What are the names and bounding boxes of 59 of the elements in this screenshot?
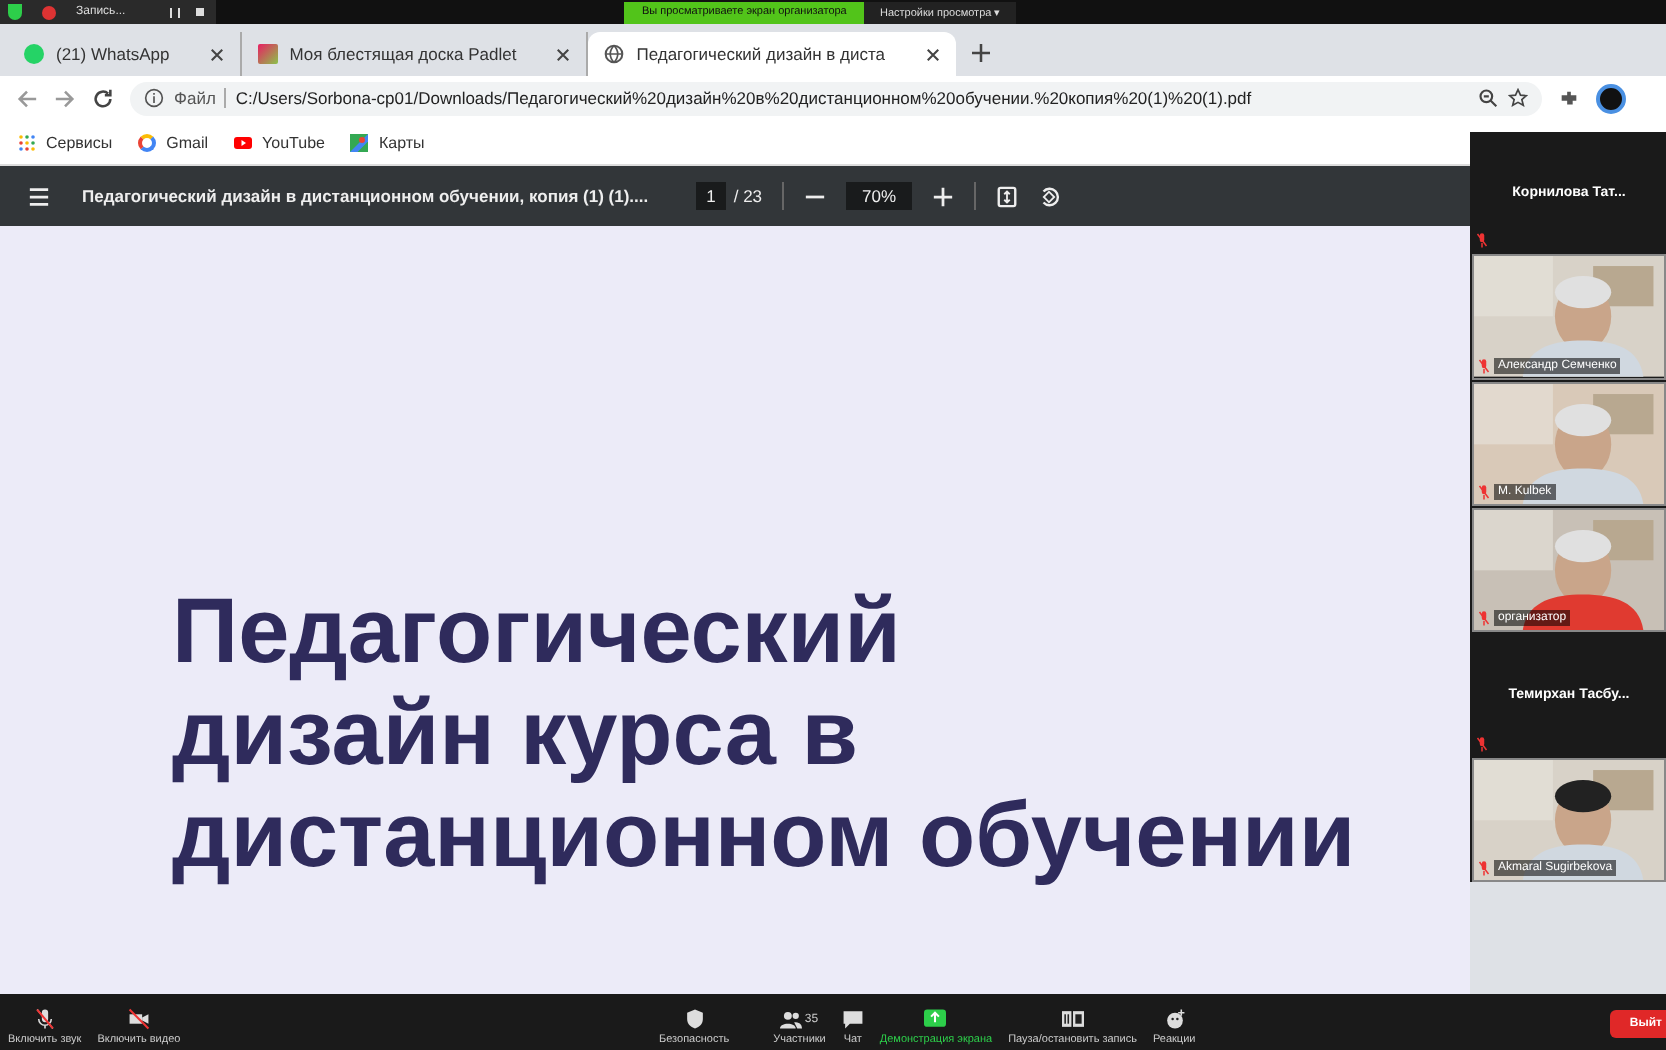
zoom-in-icon[interactable] xyxy=(932,185,955,207)
new-tab-icon[interactable] xyxy=(971,44,990,62)
bookmark-label: Карты xyxy=(378,133,425,151)
rotate-icon[interactable] xyxy=(1038,185,1061,207)
url-text: C:/Users/Sorbona-cp01/Downloads/Педагогический%20дизайн%20в%20дистанционном%20обучении.%20копия%20(1)%20(1).pdf xyxy=(235,88,1254,108)
stop-icon[interactable] xyxy=(195,8,204,16)
muted-mic-icon xyxy=(33,1008,56,1030)
muted-mic-icon xyxy=(1478,483,1490,500)
google-icon xyxy=(138,133,157,151)
info-icon[interactable] xyxy=(144,88,164,108)
shield-icon xyxy=(8,4,22,20)
muted-mic-icon xyxy=(1478,859,1490,876)
muted-mic-icon xyxy=(1476,735,1488,752)
apps-icon xyxy=(18,133,36,151)
page-count: / 23 xyxy=(733,186,763,206)
pause-stop-icon xyxy=(1061,1008,1084,1030)
tab-title: Педагогический дизайн в диста xyxy=(636,44,886,64)
address-field[interactable]: Файл C:/Users/Sorbona-cp01/Downloads/Педагогический%20дизайн%20в%20дистанционном%20обучении.%20копия%20(1)%20(1).pdf xyxy=(130,81,1542,115)
youtube-icon xyxy=(234,133,253,151)
muted-mic-icon xyxy=(1476,232,1488,249)
muted-mic-icon xyxy=(1478,610,1490,627)
chat-icon xyxy=(841,1008,864,1030)
close-icon[interactable] xyxy=(556,47,571,61)
forward-icon[interactable] xyxy=(54,87,76,109)
back-icon[interactable] xyxy=(16,87,38,109)
shield-icon xyxy=(683,1008,706,1030)
browser-tab[interactable]: Педагогический дизайн в диста xyxy=(588,32,956,76)
record-icon xyxy=(42,5,56,19)
pause-icon[interactable] xyxy=(169,7,180,17)
people-icon xyxy=(780,1008,803,1030)
fit-page-icon[interactable] xyxy=(996,185,1019,207)
document-title: Педагогический дизайн в дистанционном обучении, копия (1) (1).... xyxy=(82,186,649,206)
star-icon[interactable] xyxy=(1508,88,1528,108)
bookmark[interactable]: Карты xyxy=(350,133,425,151)
file-label: Файл xyxy=(174,88,226,108)
zoom-field[interactable]: 70% xyxy=(846,182,913,210)
emoji-icon xyxy=(1163,1008,1186,1030)
slide-title: Педагогический дизайн курса в дистанционном обучении xyxy=(172,580,1356,886)
bookmark[interactable]: YouTube xyxy=(234,133,325,151)
tab-title: Моя блестящая доска Padlet xyxy=(289,44,517,64)
reload-icon[interactable] xyxy=(92,87,114,109)
profile-icon[interactable] xyxy=(1596,83,1626,113)
page-field[interactable]: 1 xyxy=(696,182,726,210)
camera-off-icon xyxy=(127,1008,150,1030)
bookmark-label: Сервисы xyxy=(46,133,113,151)
zoom-icon[interactable] xyxy=(1478,88,1498,108)
close-icon[interactable] xyxy=(925,47,940,61)
menu-icon[interactable] xyxy=(28,185,50,207)
bookmark-label: Gmail xyxy=(166,133,209,151)
share-screen-icon xyxy=(924,1008,947,1030)
muted-mic-icon xyxy=(1478,357,1490,374)
globe-icon xyxy=(604,44,625,64)
bookmark[interactable]: Gmail xyxy=(138,133,209,151)
tab-title: (21) WhatsApp xyxy=(56,44,170,64)
bookmark[interactable]: Сервисы xyxy=(18,133,113,151)
bookmark-label: YouTube xyxy=(262,133,325,151)
close-icon[interactable] xyxy=(209,47,224,61)
extension-icon[interactable] xyxy=(1558,87,1580,109)
map-icon xyxy=(350,133,369,151)
